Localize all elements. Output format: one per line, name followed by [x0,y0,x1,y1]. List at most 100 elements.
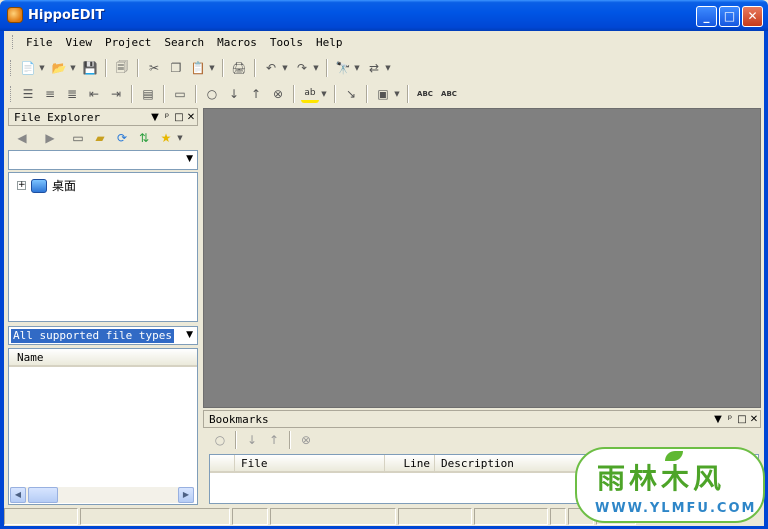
panel-maximize-icon[interactable]: □ [736,414,748,425]
paste-icon[interactable]: 📋 [189,59,207,77]
menu-help[interactable]: Help [311,36,348,49]
bookmark-prev-icon[interactable]: ↑ [247,85,265,103]
status-cell [270,508,396,525]
display-dropdown-icon[interactable]: ▼ [393,85,401,103]
spell-check-icon[interactable]: ABC [415,85,435,103]
bookmark-clear-icon[interactable]: ⊗ [269,85,287,103]
folder-up-icon[interactable]: ▭ [69,129,87,147]
scroll-left-icon[interactable]: ◀ [10,487,26,503]
folder-icon[interactable]: ▰ [91,129,109,147]
spell-auto-icon[interactable]: ABC [439,85,459,103]
file-type-filter[interactable]: All supported file types ▼ [8,326,198,345]
open-file-dropdown-icon[interactable]: ▼ [69,59,77,77]
highlight-icon[interactable]: ab [301,85,319,103]
open-file-icon[interactable]: 📂 [50,59,68,77]
close-button[interactable]: ✕ [742,6,763,27]
replace-icon[interactable]: ⇄ [365,59,383,77]
new-file-dropdown-icon[interactable]: ▼ [38,59,46,77]
file-explorer-header: File Explorer ▼ ᵖ □ ✕ [8,108,198,126]
indent-icon[interactable]: ☰ [19,85,37,103]
maximize-button[interactable]: □ [719,6,740,27]
main-toolbar: 📄 ▼ 📂 ▼ 💾 🗐 ✂ ❐ 📋 ▼ 🖨 ↶ ▼ ↷ ▼ 🔭 ▼ ⇄ ▼ [4,55,764,81]
scroll-right-icon[interactable]: ▶ [178,487,194,503]
print-icon[interactable]: 🖨 [230,59,248,77]
file-list[interactable]: Name ◀ ▶ [8,348,198,505]
title-bar: HippoEDIT _ □ ✕ [0,0,768,31]
tab-icon[interactable]: ⇥ [107,85,125,103]
favorites-dropdown-icon[interactable]: ▼ [176,129,184,147]
expand-icon[interactable]: + [17,181,26,190]
redo-icon[interactable]: ↷ [293,59,311,77]
format-icon[interactable]: ▤ [139,85,157,103]
align-icon[interactable]: ≡ [41,85,59,103]
menu-file[interactable]: File [21,36,58,49]
chevron-down-icon[interactable]: ▼ [186,330,193,340]
panel-close-icon[interactable]: ✕ [748,414,760,425]
filter-selected-value: All supported file types [11,329,174,343]
panel-close-icon[interactable]: ✕ [185,112,197,123]
window-icon[interactable]: ▭ [171,85,189,103]
sync-icon[interactable]: ⇅ [135,129,153,147]
watermark-url-text: WWW.YLMFU.COM [595,501,757,516]
column-name[interactable]: Name [17,351,44,364]
comment-icon[interactable]: ≣ [63,85,81,103]
outdent-icon[interactable]: ⇤ [85,85,103,103]
display-icon[interactable]: ▣ [374,85,392,103]
new-file-icon[interactable]: 📄 [19,59,37,77]
edit-toolbar: ☰ ≡ ≣ ⇤ ⇥ ▤ ▭ ○ ↓ ↑ ⊗ ab ▼ ↘ ▣ ▼ ABC ABC [4,81,764,107]
back-icon[interactable]: ◀ [13,129,31,147]
replace-dropdown-icon[interactable]: ▼ [384,59,392,77]
highlight-dropdown-icon[interactable]: ▼ [320,85,328,103]
find-icon[interactable]: 🔭 [334,59,352,77]
copy-icon[interactable]: ❐ [167,59,185,77]
pin-icon[interactable]: ᵖ [724,414,736,425]
menu-search[interactable]: Search [159,36,209,49]
column-file[interactable]: File [234,455,384,472]
toolbar-separator [222,59,224,77]
bookmark-toggle-icon[interactable]: ○ [203,85,221,103]
paste-dropdown-icon[interactable]: ▼ [208,59,216,77]
bookmark-next-icon[interactable]: ↓ [243,431,261,449]
file-list-header[interactable]: Name [9,349,197,367]
pin-icon[interactable]: ᵖ [161,112,173,123]
column-line[interactable]: Line [384,455,434,472]
scroll-thumb[interactable] [28,487,58,503]
undo-dropdown-icon[interactable]: ▼ [281,59,289,77]
frame-right [764,31,768,529]
tree-node-desktop[interactable]: + 桌面 [17,177,76,194]
save-icon[interactable]: 💾 [81,59,99,77]
horizontal-scrollbar[interactable]: ◀ ▶ [10,487,194,503]
panel-dropdown-icon[interactable]: ▼ [149,112,161,123]
bookmark-toggle-icon[interactable]: ○ [211,431,229,449]
chevron-down-icon[interactable]: ▼ [186,154,193,164]
find-dropdown-icon[interactable]: ▼ [353,59,361,77]
minimize-button[interactable]: _ [696,6,717,27]
refresh-icon[interactable]: ⟳ [113,129,131,147]
menu-view[interactable]: View [61,36,98,49]
toolbar-grip [10,60,13,76]
file-explorer-panel: File Explorer ▼ ᵖ □ ✕ ◀ ▶ ▭ ▰ ⟳ ⇅ ★ ▼ ▼ … [8,108,198,505]
panel-dropdown-icon[interactable]: ▼ [712,414,724,425]
editor-area[interactable] [203,108,761,408]
forward-icon[interactable]: ▶ [41,129,59,147]
goto-icon[interactable]: ↘ [342,85,360,103]
bookmark-prev-icon[interactable]: ↑ [265,431,283,449]
path-combo[interactable]: ▼ [8,150,198,170]
menu-tools[interactable]: Tools [265,36,308,49]
bookmark-next-icon[interactable]: ↓ [225,85,243,103]
redo-dropdown-icon[interactable]: ▼ [312,59,320,77]
favorites-star-icon[interactable]: ★ [157,129,175,147]
status-cell [232,508,268,525]
cut-icon[interactable]: ✂ [145,59,163,77]
panel-maximize-icon[interactable]: □ [173,112,185,123]
menu-macros[interactable]: Macros [212,36,262,49]
file-explorer-title: File Explorer [14,110,101,124]
toolbar-separator [105,59,107,77]
toolbar-separator [235,431,237,449]
undo-icon[interactable]: ↶ [262,59,280,77]
save-all-icon[interactable]: 🗐 [113,59,131,77]
folder-tree[interactable]: + 桌面 [8,172,198,322]
toolbar-separator [293,85,295,103]
bookmark-clear-icon[interactable]: ⊗ [297,431,315,449]
menu-project[interactable]: Project [100,36,156,49]
